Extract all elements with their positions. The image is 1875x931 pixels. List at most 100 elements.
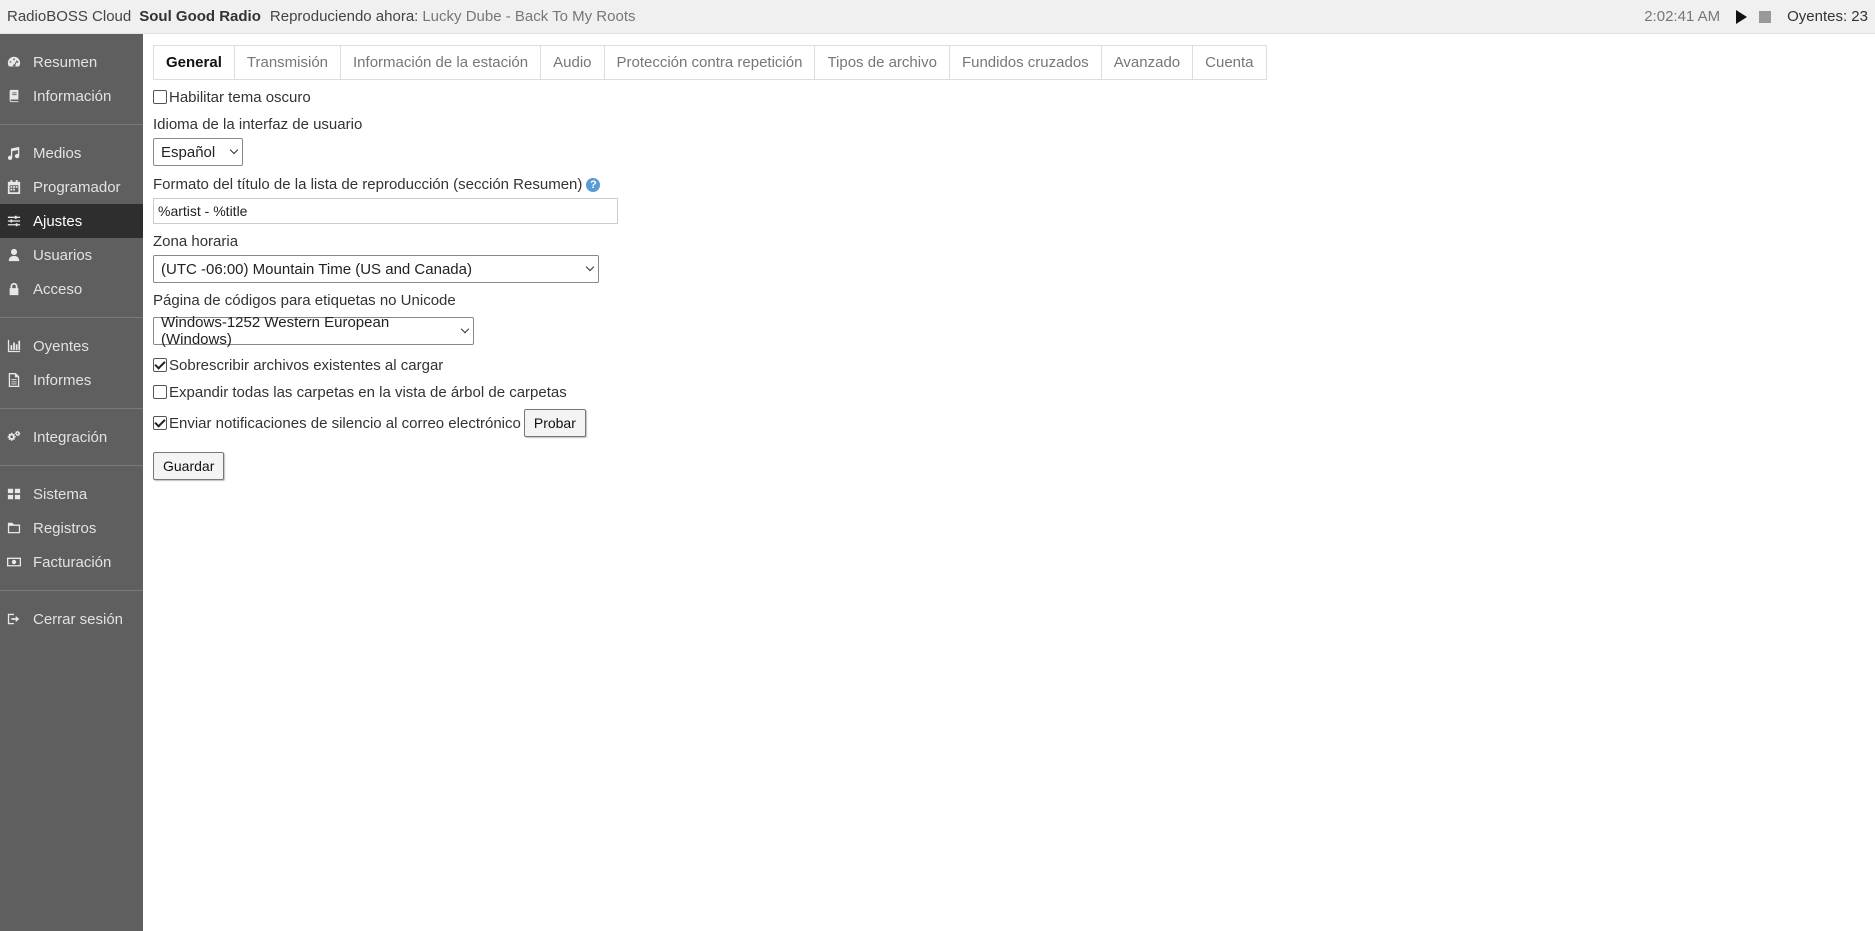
- title-format-label-text: Formato del título de la lista de reprod…: [153, 176, 583, 193]
- sign-out-icon: [7, 612, 21, 626]
- sidebar: Resumen Información Medios Programador A…: [0, 34, 143, 931]
- silence-notify-checkbox[interactable]: [153, 416, 167, 430]
- app-name: RadioBOSS Cloud: [7, 8, 132, 25]
- sidebar-item-resumen[interactable]: Resumen: [0, 45, 143, 79]
- gauge-icon: [7, 55, 21, 69]
- sidebar-item-label: Informes: [33, 371, 92, 389]
- lock-icon: [7, 282, 21, 296]
- dark-theme-row: Habilitar tema oscuro: [153, 87, 1853, 107]
- sidebar-divider: [0, 317, 143, 318]
- calendar-icon: [7, 180, 21, 194]
- sidebar-item-label: Usuarios: [33, 246, 93, 264]
- codepage-select[interactable]: Windows-1252 Western European (Windows): [153, 314, 474, 348]
- title-format-input[interactable]: %artist - %title: [153, 198, 618, 224]
- timezone-label: Zona horaria: [153, 233, 239, 250]
- chevron-down-icon: [585, 262, 595, 272]
- sidebar-item-label: Acceso: [33, 280, 83, 298]
- top-bar: RadioBOSS Cloud Soul Good Radio Reproduc…: [0, 0, 1875, 34]
- station-name: Soul Good Radio: [139, 8, 261, 25]
- user-icon: [7, 248, 21, 262]
- chevron-down-icon: [229, 145, 239, 155]
- tab-fundidos-cruzados[interactable]: Fundidos cruzados: [950, 46, 1102, 79]
- overwrite-label: Sobrescribir archivos existentes al carg…: [169, 356, 444, 374]
- play-icon[interactable]: [1736, 9, 1748, 24]
- help-icon[interactable]: ?: [586, 178, 601, 193]
- dark-theme-label: Habilitar tema oscuro: [169, 88, 311, 106]
- book-icon: [7, 89, 21, 103]
- language-value: Español: [161, 143, 216, 161]
- folder-icon: [7, 521, 21, 535]
- save-row: Guardar: [153, 452, 1853, 480]
- overwrite-row: Sobrescribir archivos existentes al carg…: [153, 355, 1853, 375]
- sidebar-item-label: Registros: [33, 519, 97, 537]
- tab-audio[interactable]: Audio: [541, 46, 605, 79]
- tab-avanzado[interactable]: Avanzado: [1102, 46, 1194, 79]
- sidebar-item-label: Medios: [33, 144, 82, 162]
- sidebar-item-programador[interactable]: Programador: [0, 170, 143, 204]
- overwrite-checkbox[interactable]: [153, 358, 167, 372]
- bar-chart-icon: [7, 339, 21, 353]
- title-format-label: Formato del título de la lista de reprod…: [153, 176, 1853, 193]
- document-icon: [7, 373, 21, 387]
- general-settings-form: Habilitar tema oscuro Idioma de la inter…: [153, 87, 1853, 480]
- money-icon: [7, 555, 21, 569]
- top-bar-right: 2:02:41 AM Oyentes: 23: [1644, 8, 1868, 25]
- sidebar-item-integracion[interactable]: Integración: [0, 420, 143, 454]
- listeners-count: Oyentes: 23: [1787, 8, 1868, 25]
- expand-folders-label: Expandir todas las carpetas en la vista …: [169, 383, 567, 401]
- tab-cuenta[interactable]: Cuenta: [1193, 46, 1267, 79]
- tab-transmision[interactable]: Transmisión: [235, 46, 342, 79]
- silence-notify-label: Enviar notificaciones de silencio al cor…: [169, 414, 521, 432]
- sidebar-divider: [0, 408, 143, 409]
- timezone-value: (UTC -06:00) Mountain Time (US and Canad…: [161, 260, 472, 278]
- codepage-label: Página de códigos para etiquetas no Unic…: [153, 292, 456, 309]
- sidebar-item-label: Información: [33, 87, 112, 105]
- sidebar-item-informes[interactable]: Informes: [0, 363, 143, 397]
- now-playing-track: Lucky Dube - Back To My Roots: [422, 8, 636, 25]
- sidebar-item-sistema[interactable]: Sistema: [0, 477, 143, 511]
- now-playing-label: Reproduciendo ahora:: [269, 8, 419, 25]
- sidebar-divider: [0, 465, 143, 466]
- sidebar-item-label: Programador: [33, 178, 121, 196]
- sidebar-item-cerrar-sesion[interactable]: Cerrar sesión: [0, 602, 143, 636]
- tab-proteccion-repeticion[interactable]: Protección contra repetición: [605, 46, 816, 79]
- language-label: Idioma de la interfaz de usuario: [153, 116, 363, 133]
- main-content: General Transmisión Información de la es…: [153, 45, 1853, 480]
- save-button[interactable]: Guardar: [153, 452, 225, 480]
- expand-folders-row: Expandir todas las carpetas en la vista …: [153, 382, 1853, 402]
- sidebar-item-usuarios[interactable]: Usuarios: [0, 238, 143, 272]
- clock: 2:02:41 AM: [1644, 8, 1721, 25]
- stop-icon[interactable]: [1759, 10, 1772, 23]
- timezone-select[interactable]: (UTC -06:00) Mountain Time (US and Canad…: [153, 255, 599, 283]
- sliders-icon: [7, 214, 21, 228]
- expand-folders-checkbox[interactable]: [153, 385, 167, 399]
- sidebar-item-label: Integración: [33, 428, 108, 446]
- sidebar-item-acceso[interactable]: Acceso: [0, 272, 143, 306]
- sidebar-divider: [0, 124, 143, 125]
- test-button[interactable]: Probar: [523, 409, 586, 437]
- sidebar-item-label: Ajustes: [33, 212, 83, 230]
- sidebar-item-oyentes[interactable]: Oyentes: [0, 329, 143, 363]
- sidebar-item-label: Facturación: [33, 553, 112, 571]
- music-icon: [7, 146, 21, 160]
- sidebar-item-label: Resumen: [33, 53, 98, 71]
- grid-icon: [7, 487, 21, 501]
- title-format-value: %artist - %title: [158, 203, 248, 219]
- sidebar-item-label: Sistema: [33, 485, 88, 503]
- codepage-value: Windows-1252 Western European (Windows): [161, 314, 390, 348]
- language-select[interactable]: Español: [153, 138, 243, 166]
- tab-informacion-estacion[interactable]: Información de la estación: [341, 46, 542, 79]
- dark-theme-checkbox[interactable]: [153, 90, 167, 104]
- sidebar-divider: [0, 590, 143, 591]
- sidebar-item-medios[interactable]: Medios: [0, 136, 143, 170]
- sidebar-item-informacion[interactable]: Información: [0, 79, 143, 113]
- sidebar-item-facturacion[interactable]: Facturación: [0, 545, 143, 579]
- silence-notify-row: Enviar notificaciones de silencio al cor…: [153, 409, 1853, 437]
- settings-tabs: General Transmisión Información de la es…: [153, 45, 1267, 80]
- tab-general[interactable]: General: [154, 46, 235, 79]
- tab-tipos-archivo[interactable]: Tipos de archivo: [815, 46, 950, 79]
- sidebar-item-registros[interactable]: Registros: [0, 511, 143, 545]
- chevron-down-icon: [460, 324, 470, 334]
- sidebar-item-ajustes[interactable]: Ajustes: [0, 204, 143, 238]
- gears-icon: [7, 430, 21, 444]
